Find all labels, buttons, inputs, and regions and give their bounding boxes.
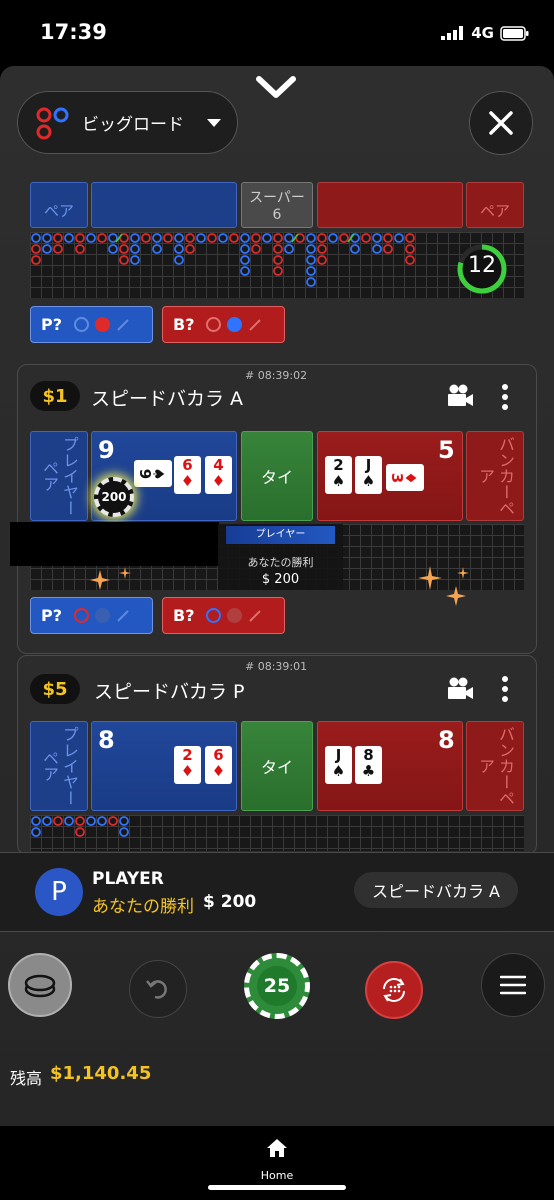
banker-card-1: 2 ♠ (325, 456, 352, 494)
undo-button[interactable] (129, 960, 187, 1018)
top-player-pair-zone[interactable]: ペア (30, 182, 88, 228)
home-indicator (208, 1185, 346, 1190)
home-icon[interactable] (266, 1138, 288, 1158)
player-card-1: 9 ♠ (134, 460, 172, 487)
banker-pair-zone[interactable]: バンカーペア (466, 431, 524, 521)
menu-button[interactable] (481, 953, 545, 1017)
status-icons: 4G (441, 24, 530, 42)
super-number: 6 (272, 207, 282, 223)
win-banner-side: プレイヤー (226, 526, 335, 544)
banker-pair-zone[interactable]: バンカーペア (466, 721, 524, 811)
network-label: 4G (471, 24, 494, 42)
balance-label: 残高 (10, 1069, 43, 1088)
signal-icon (441, 26, 464, 40)
player-score: 9 (98, 436, 115, 464)
top-player-zone[interactable] (91, 182, 237, 228)
player-card-2: 6 ♦ (205, 746, 232, 784)
video-camera-icon[interactable] (446, 676, 474, 702)
result-win-text: あなたの勝利 (92, 897, 194, 917)
top-banker-zone[interactable] (317, 182, 463, 228)
stake-badge: $1 (30, 381, 80, 411)
top-super-zone[interactable]: スーパー 6 (241, 182, 313, 228)
result-table-pill[interactable]: スピードバカラ A (354, 872, 518, 908)
banker-card-2: J ♠ (355, 456, 382, 494)
redacted-block (10, 522, 219, 566)
tie-zone[interactable]: タイ (241, 431, 313, 521)
banker-card-1: J ♠ (325, 746, 352, 784)
player-card-3: 4 ♦ (205, 456, 232, 494)
banker-card-3: 3 ♦ (386, 464, 424, 491)
banker-score: 8 (438, 726, 455, 754)
game-id: # 08:39:01 (245, 660, 308, 673)
player-pair-zone[interactable]: プレイヤーペア (30, 431, 88, 521)
hamburger-icon (500, 975, 526, 995)
caret-down-icon (207, 118, 221, 127)
undo-icon (146, 980, 167, 999)
chip-stack-icon (24, 974, 56, 998)
battery-icon (500, 25, 529, 41)
player-score: 8 (98, 726, 115, 754)
chip-stack-button[interactable] (8, 953, 72, 1017)
player-card-1: 2 ♦ (174, 746, 201, 784)
player-card-2: 6 ♦ (174, 456, 201, 494)
countdown-value: 12 (468, 253, 496, 278)
table-name: スピードバカラ A (91, 388, 244, 410)
close-icon (489, 111, 513, 135)
super-label: スーパー (249, 190, 305, 206)
result-amount: $ 200 (203, 892, 257, 912)
win-banner-amount: $ 200 (261, 572, 300, 587)
road-view-label: ビッグロード (82, 115, 184, 135)
more-menu-icon[interactable] (500, 676, 510, 702)
banker-predict-button-top[interactable]: B? (162, 306, 285, 343)
table-name: スピードバカラ P (94, 681, 245, 703)
top-banker-pair-zone[interactable]: ペア (466, 182, 524, 228)
player-predict-button-top[interactable]: P? (30, 306, 153, 343)
more-menu-icon[interactable] (500, 384, 510, 410)
win-banner-text: あなたの勝利 (247, 556, 314, 569)
chip-selector[interactable]: 25 (244, 953, 310, 1019)
sparkle-left (90, 567, 131, 590)
sparkle-right (418, 566, 469, 606)
win-banner: プレイヤー あなたの勝利 $ 200 (218, 524, 343, 590)
road-view-dropdown[interactable]: ビッグロード (17, 91, 238, 154)
status-time: 17:39 (40, 20, 107, 44)
chip-value: 25 (263, 975, 291, 997)
player-predict-button-a[interactable]: P? (30, 597, 153, 634)
player-pair-zone[interactable]: プレイヤーペア (30, 721, 88, 811)
result-title: PLAYER (92, 869, 164, 889)
bet-chip: 200 (94, 477, 134, 517)
balance-amount: $1,140.45 (50, 1063, 152, 1084)
home-label[interactable]: Home (0, 1169, 554, 1182)
banker-score: 5 (438, 436, 455, 464)
close-button[interactable] (469, 91, 533, 155)
banker-predict-button-a[interactable]: B? (162, 597, 285, 634)
stake-badge: $5 (30, 674, 80, 704)
game-id: # 08:39:02 (245, 369, 308, 382)
banker-card-2: 8 ♣ (355, 746, 382, 784)
tie-zone[interactable]: タイ (241, 721, 313, 811)
collapse-chevron-icon[interactable] (255, 74, 297, 100)
result-badge: P (35, 868, 83, 916)
top-road-marks (31, 233, 415, 287)
repeat-icon (383, 978, 405, 1002)
video-camera-icon[interactable] (446, 383, 474, 409)
table-p-road-marks (31, 816, 129, 837)
bead-road-icon (36, 107, 69, 139)
repeat-bet-button[interactable] (365, 961, 423, 1019)
